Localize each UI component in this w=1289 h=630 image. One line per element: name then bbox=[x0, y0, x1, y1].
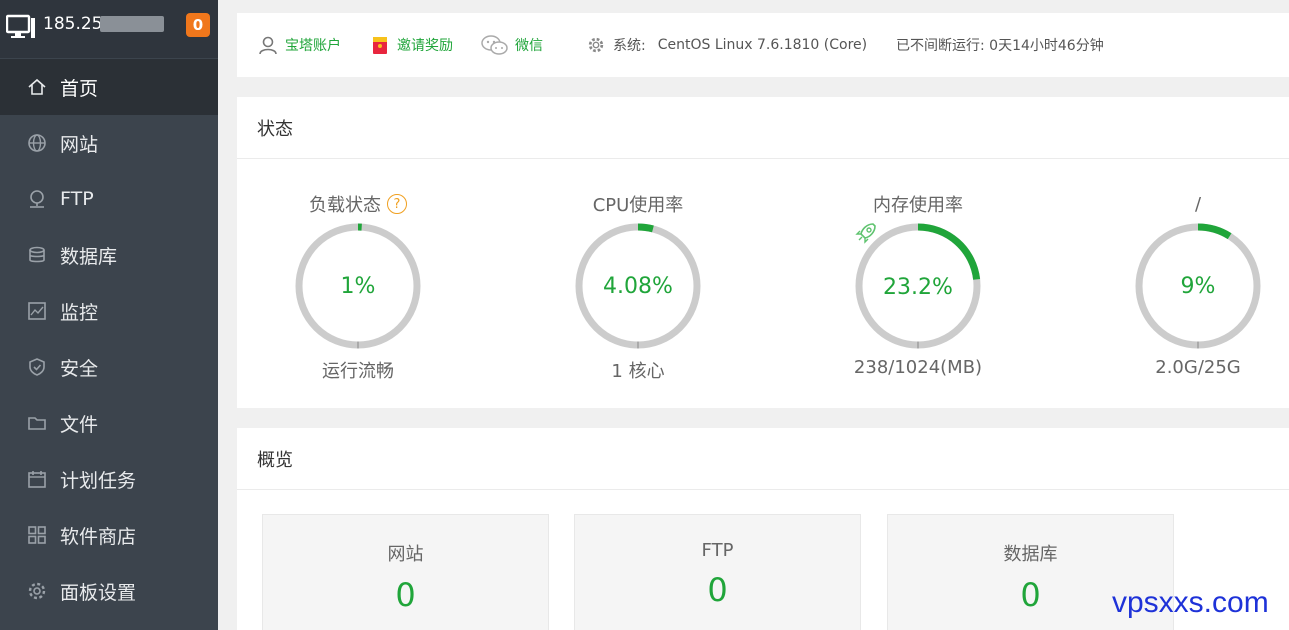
gauge-subtitle: 2.0G/25G bbox=[1155, 357, 1241, 378]
gauge-value: 23.2% bbox=[883, 274, 953, 300]
sidebar-item-monitor[interactable]: 监控 bbox=[0, 283, 218, 339]
ip-redaction bbox=[100, 16, 164, 32]
gauge-value: 1% bbox=[340, 273, 376, 299]
overview-title: 概览 bbox=[237, 428, 1289, 490]
overview-card-value: 0 bbox=[395, 576, 416, 614]
overview-card-label: 网站 bbox=[387, 544, 424, 565]
user-icon bbox=[257, 34, 279, 56]
sidebar-item-database[interactable]: 数据库 bbox=[0, 227, 218, 283]
overview-card-ftp[interactable]: FTP 0 bbox=[574, 514, 861, 630]
sidebar-item-settings[interactable]: 面板设置 bbox=[0, 563, 218, 619]
sidebar-item-cron[interactable]: 计划任务 bbox=[0, 451, 218, 507]
sidebar: 185.25. 0 首页 网站 FTP 数据库 监控 安全 文件 计划任务 软件… bbox=[0, 0, 218, 630]
monitor-icon bbox=[6, 14, 35, 38]
account-link[interactable]: 宝塔账户 bbox=[257, 13, 341, 77]
ftp-icon bbox=[26, 188, 48, 210]
system-info: 系统: CentOS Linux 7.6.1810 (Core) bbox=[585, 13, 867, 77]
folder-icon bbox=[26, 412, 48, 434]
sidebar-item-label: 面板设置 bbox=[60, 581, 137, 604]
server-header: 185.25. 0 bbox=[0, 0, 218, 58]
gift-icon bbox=[369, 34, 391, 56]
overview-card-label: 数据库 bbox=[1003, 544, 1058, 565]
sidebar-item-label: 安全 bbox=[60, 357, 99, 380]
sidebar-item-label: 网站 bbox=[60, 133, 99, 156]
load-gauge[interactable]: 负载状态 ? 1% 运行流畅 bbox=[273, 191, 443, 383]
shield-icon bbox=[26, 356, 48, 378]
gauge-value: 9% bbox=[1180, 273, 1216, 299]
memory-gauge[interactable]: 内存使用率 23.2% 238/1024(MB) bbox=[833, 191, 1003, 378]
sidebar-item-home[interactable]: 首页 bbox=[0, 59, 218, 115]
sidebar-item-label: 监控 bbox=[60, 301, 99, 324]
invite-link[interactable]: 邀请奖励 bbox=[369, 13, 453, 77]
sidebar-item-label: 文件 bbox=[60, 413, 99, 436]
calendar-icon bbox=[26, 468, 48, 490]
sidebar-item-website[interactable]: 网站 bbox=[0, 115, 218, 171]
grid-icon bbox=[26, 524, 48, 546]
gear-icon bbox=[26, 580, 48, 602]
database-icon bbox=[26, 244, 48, 266]
overview-card-website[interactable]: 网站 0 bbox=[262, 514, 549, 630]
sidebar-item-store[interactable]: 软件商店 bbox=[0, 507, 218, 563]
watermark-text: vpsxxs.com bbox=[1112, 586, 1269, 619]
gauge-subtitle: 运行流畅 bbox=[322, 361, 394, 382]
gauge-value: 4.08% bbox=[603, 273, 673, 299]
wechat-link[interactable]: 微信 bbox=[481, 13, 543, 77]
gauge-subtitle: 1 核心 bbox=[611, 361, 665, 382]
sidebar-item-label: 首页 bbox=[60, 77, 99, 100]
gauge-title: 负载状态 bbox=[309, 195, 381, 216]
wechat-icon bbox=[481, 34, 509, 56]
sidebar-item-security[interactable]: 安全 bbox=[0, 339, 218, 395]
sidebar-item-files[interactable]: 文件 bbox=[0, 395, 218, 451]
disk-gauge[interactable]: / 9% 2.0G/25G bbox=[1113, 191, 1283, 378]
sidebar-item-label: 软件商店 bbox=[60, 525, 137, 548]
top-info-bar: 宝塔账户 邀请奖励 微信 系统: CentOS Linux 7.6.1810 (… bbox=[237, 13, 1289, 77]
overview-card-value: 0 bbox=[707, 571, 728, 609]
cpu-gauge[interactable]: CPU使用率 4.08% 1 核心 bbox=[553, 191, 723, 383]
status-panel: 状态 负载状态 ? 1% 运行流畅 CPU使用率 4.08% 1 核心 内存使用… bbox=[237, 97, 1289, 408]
gauge-title: 内存使用率 bbox=[873, 195, 963, 216]
gauge-subtitle: 238/1024(MB) bbox=[853, 357, 983, 378]
status-title: 状态 bbox=[237, 97, 1289, 159]
help-icon[interactable]: ? bbox=[387, 194, 407, 214]
server-ip: 185.25. bbox=[43, 14, 108, 34]
sidebar-item-label: 数据库 bbox=[60, 245, 118, 268]
uptime-info: 已不间断运行: 0天14小时46分钟 bbox=[896, 38, 1104, 54]
home-icon bbox=[26, 76, 48, 98]
gauge-title: / bbox=[1194, 193, 1202, 215]
monitor-chart-icon bbox=[26, 300, 48, 322]
sidebar-item-label: 计划任务 bbox=[60, 469, 137, 492]
gear-icon bbox=[585, 34, 607, 56]
gauge-title: CPU使用率 bbox=[592, 195, 684, 216]
sidebar-nav: 首页 网站 FTP 数据库 监控 安全 文件 计划任务 软件商店 面板设置 bbox=[0, 59, 218, 619]
notification-badge[interactable]: 0 bbox=[186, 13, 210, 37]
sidebar-item-ftp[interactable]: FTP bbox=[0, 171, 218, 227]
globe-icon bbox=[26, 132, 48, 154]
overview-card-label: FTP bbox=[701, 540, 734, 561]
sidebar-item-label: FTP bbox=[60, 188, 94, 210]
